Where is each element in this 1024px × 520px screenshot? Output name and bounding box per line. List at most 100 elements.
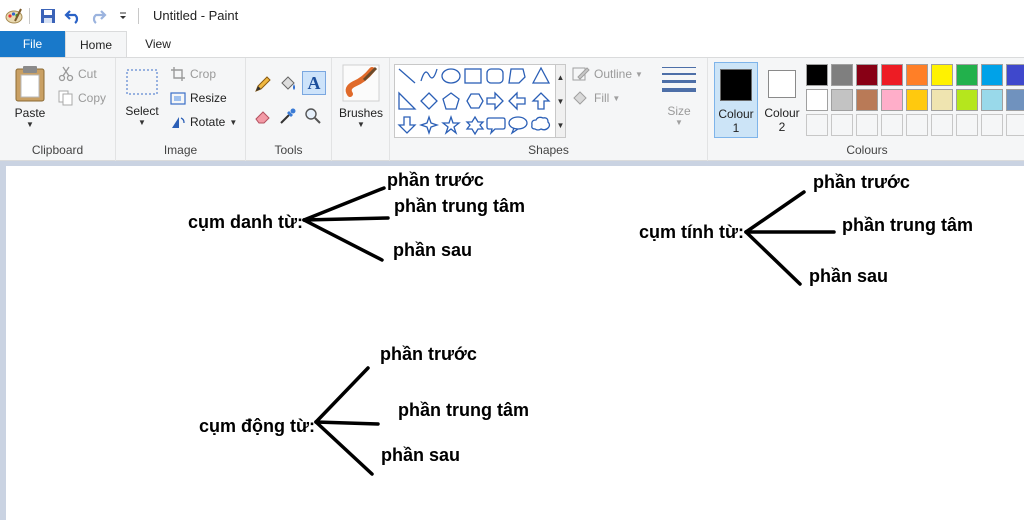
- colour-2-number: 2: [778, 120, 786, 134]
- tab-home[interactable]: Home: [65, 31, 127, 57]
- custom-palette-slot[interactable]: [856, 114, 878, 136]
- right-arrow-shape-icon[interactable]: [486, 91, 504, 111]
- fill-label: Fill: [594, 91, 610, 105]
- cut-button[interactable]: Cut: [58, 66, 97, 82]
- palette-swatch[interactable]: [856, 89, 878, 111]
- resize-button[interactable]: Resize: [170, 90, 227, 106]
- paste-button[interactable]: Paste ▼: [8, 64, 52, 142]
- custom-palette-slot[interactable]: [906, 114, 928, 136]
- palette-swatch[interactable]: [931, 89, 953, 111]
- palette-swatch[interactable]: [981, 64, 1003, 86]
- save-icon[interactable]: [37, 5, 59, 27]
- palette-swatch[interactable]: [956, 89, 978, 111]
- tab-view[interactable]: View: [127, 31, 189, 57]
- tools-group-label: Tools: [274, 143, 303, 157]
- down-arrow-shape-icon[interactable]: [397, 116, 417, 134]
- palette-swatch[interactable]: [906, 64, 928, 86]
- colour-2-swatch: [768, 70, 796, 98]
- palette-swatch[interactable]: [956, 64, 978, 86]
- palette-swatch[interactable]: [831, 64, 853, 86]
- four-point-star-shape-icon[interactable]: [418, 114, 440, 136]
- diamond-shape-icon[interactable]: [420, 92, 438, 110]
- palette-swatch[interactable]: [806, 89, 828, 111]
- shapes-gallery: [394, 64, 556, 138]
- cloud-callout-shape-icon[interactable]: [531, 116, 551, 131]
- scroll-up-icon[interactable]: ▲: [557, 73, 565, 82]
- polygon-shape-icon[interactable]: [508, 68, 526, 84]
- color-picker-icon[interactable]: [277, 105, 299, 127]
- colour-2-button[interactable]: Colour 2: [760, 62, 804, 138]
- colours-group-label: Colours: [846, 143, 888, 157]
- five-point-star-shape-icon[interactable]: [441, 114, 461, 135]
- triangle-shape-icon[interactable]: [531, 66, 551, 84]
- palette-swatch[interactable]: [881, 64, 903, 86]
- palette-swatch[interactable]: [1006, 89, 1024, 111]
- custom-palette-slot[interactable]: [956, 114, 978, 136]
- custom-palette-slot[interactable]: [881, 114, 903, 136]
- palette-swatch[interactable]: [831, 89, 853, 111]
- paste-dropdown-icon: ▼: [26, 120, 34, 129]
- hexagon-shape-icon[interactable]: [466, 93, 484, 109]
- noun-before-line: [302, 186, 386, 222]
- rounded-callout-shape-icon[interactable]: [486, 117, 506, 136]
- canvas-workspace: cụm danh từ: phần trước phần trung tâm p…: [0, 161, 1024, 520]
- fill-bucket-icon[interactable]: [277, 73, 299, 95]
- up-arrow-shape-icon[interactable]: [531, 92, 551, 110]
- palette-swatch[interactable]: [856, 64, 878, 86]
- text-tool-icon[interactable]: A: [302, 71, 326, 95]
- left-arrow-shape-icon[interactable]: [508, 91, 526, 111]
- colour-1-button[interactable]: Colour 1: [714, 62, 758, 138]
- palette-swatch[interactable]: [806, 64, 828, 86]
- custom-palette-slot[interactable]: [806, 114, 828, 136]
- pencil-icon[interactable]: [252, 73, 274, 95]
- palette-swatch[interactable]: [981, 89, 1003, 111]
- redo-icon[interactable]: [87, 5, 109, 27]
- scroll-down-icon[interactable]: ▼: [557, 97, 565, 106]
- rectangle-shape-icon[interactable]: [464, 68, 482, 84]
- paint-app-icon[interactable]: [3, 5, 25, 27]
- eraser-icon[interactable]: [252, 105, 274, 127]
- copy-button[interactable]: Copy: [58, 90, 106, 106]
- six-point-star-shape-icon[interactable]: [465, 115, 485, 136]
- line-shape-icon[interactable]: [398, 68, 416, 84]
- crop-label: Crop: [190, 67, 217, 81]
- adjective-after-line: [744, 230, 802, 286]
- rounded-rectangle-shape-icon[interactable]: [486, 68, 504, 84]
- expand-gallery-icon[interactable]: ▼: [557, 121, 565, 130]
- size-button[interactable]: Size ▼: [656, 64, 702, 138]
- brush-icon: [342, 64, 380, 102]
- palette-swatch[interactable]: [881, 89, 903, 111]
- verb-phrase-center: phần trung tâm: [398, 400, 529, 420]
- adjective-phrase-center: phần trung tâm: [842, 215, 973, 235]
- fill-button[interactable]: Fill ▼: [572, 90, 620, 106]
- customize-toolbar-chevron-icon[interactable]: [112, 5, 134, 27]
- crop-button[interactable]: Crop: [170, 66, 216, 82]
- custom-palette-slot[interactable]: [1006, 114, 1024, 136]
- custom-palette-slot[interactable]: [931, 114, 953, 136]
- palette-swatch[interactable]: [931, 64, 953, 86]
- brushes-label: Brushes: [338, 106, 384, 120]
- tab-file[interactable]: File: [0, 31, 65, 57]
- pentagon-shape-icon[interactable]: [442, 92, 460, 110]
- right-triangle-shape-icon[interactable]: [398, 91, 417, 110]
- drawing-canvas[interactable]: cụm danh từ: phần trước phần trung tâm p…: [6, 166, 1024, 520]
- brushes-button[interactable]: Brushes ▼: [338, 64, 384, 138]
- noun-phrase-before: phần trước: [387, 170, 484, 190]
- palette-swatch[interactable]: [1006, 64, 1024, 86]
- rotate-button[interactable]: Rotate ▼: [170, 114, 237, 130]
- brushes-group: Brushes ▼: [332, 58, 390, 161]
- shapes-scrollbar[interactable]: ▲ ▼ ▼: [556, 64, 566, 138]
- undo-icon[interactable]: [62, 5, 84, 27]
- palette-swatch[interactable]: [906, 89, 928, 111]
- custom-palette-slot[interactable]: [831, 114, 853, 136]
- oval-callout-shape-icon[interactable]: [508, 116, 528, 135]
- magnifier-icon[interactable]: [302, 105, 324, 127]
- select-button[interactable]: Select ▼: [122, 68, 162, 136]
- curve-shape-icon[interactable]: [420, 68, 438, 82]
- crop-icon: [171, 67, 185, 81]
- oval-shape-icon[interactable]: [441, 68, 461, 84]
- outline-button[interactable]: Outline ▼: [572, 66, 643, 82]
- outline-label: Outline: [594, 67, 633, 81]
- custom-palette-slot[interactable]: [981, 114, 1003, 136]
- size-label: Size: [667, 104, 691, 118]
